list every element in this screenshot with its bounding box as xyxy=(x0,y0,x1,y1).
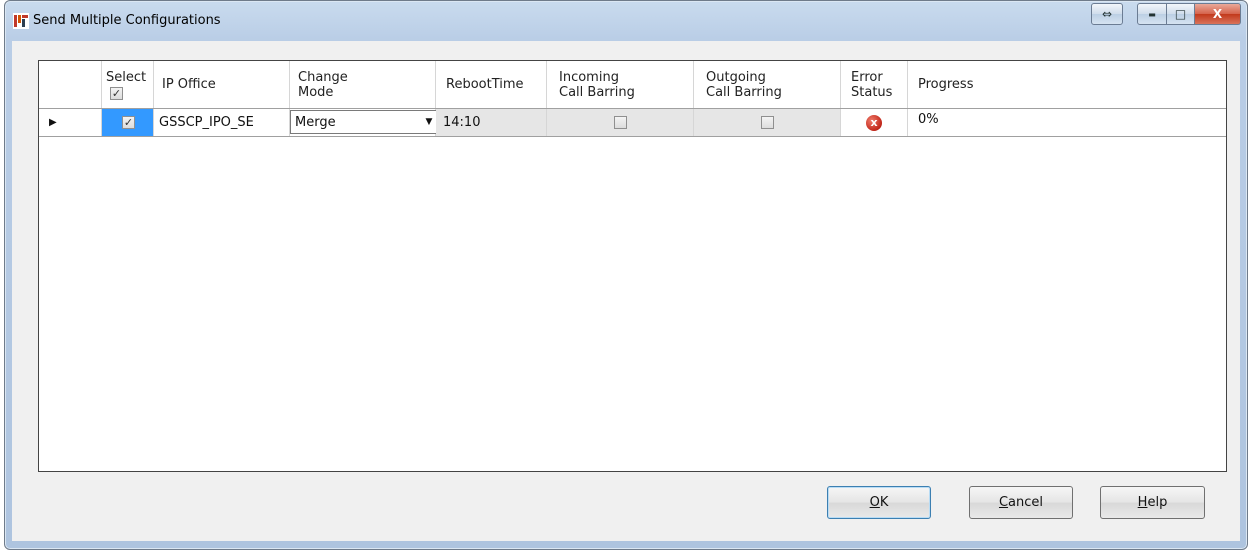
incoming-line1: Incoming xyxy=(559,69,619,85)
select-header-label: Select xyxy=(106,69,147,85)
incoming-call-barring-cell[interactable] xyxy=(547,109,694,136)
close-button[interactable]: X xyxy=(1195,3,1241,25)
ok-button[interactable]: OK xyxy=(827,486,931,519)
change-mode-dropdown[interactable]: Merge ▼ xyxy=(290,110,438,134)
table-row[interactable]: ▶ ✓ GSSCP_IPO_SE Merge ▼ 14:10 x 0% xyxy=(39,109,1226,137)
column-header-outgoing-call-barring[interactable]: Outgoing Call Barring xyxy=(694,61,841,108)
ok-mnemonic: O xyxy=(869,495,880,510)
row-select-checkbox[interactable]: ✓ xyxy=(122,116,135,129)
column-header-progress[interactable]: Progress xyxy=(908,61,1226,108)
cancel-button[interactable]: Cancel xyxy=(969,486,1073,519)
error-icon: x xyxy=(866,114,882,131)
ok-label-rest: K xyxy=(879,495,889,510)
dialog-client-area: Select ✓ IP Office Change Mode RebootTim… xyxy=(12,41,1240,541)
column-header-reboot-time[interactable]: RebootTime xyxy=(436,61,547,108)
row-indicator-icon[interactable]: ▶ xyxy=(39,109,102,136)
close-icon: X xyxy=(1212,7,1223,21)
help-mnemonic: H xyxy=(1137,495,1148,510)
outgoing-call-barring-checkbox[interactable] xyxy=(760,116,774,129)
change-mode-line2: Mode xyxy=(298,84,334,100)
window-title: Send Multiple Configurations xyxy=(33,13,221,28)
configurations-grid[interactable]: Select ✓ IP Office Change Mode RebootTim… xyxy=(38,60,1227,472)
app-icon xyxy=(13,13,29,29)
minimize-button[interactable]: ▬ xyxy=(1137,3,1167,25)
caption-buttons: ⇔ ▬ □ X xyxy=(1091,3,1241,29)
row-header-corner xyxy=(39,61,102,108)
maximize-icon: □ xyxy=(1174,7,1187,21)
dialog-window: Send Multiple Configurations ⇔ ▬ □ X Sel… xyxy=(4,0,1248,550)
column-header-ip-office[interactable]: IP Office xyxy=(154,61,290,108)
cancel-mnemonic: C xyxy=(998,495,1009,510)
error-line1: Error xyxy=(851,69,883,85)
column-header-select: Select ✓ xyxy=(102,61,154,108)
outgoing-line2: Call Barring xyxy=(706,84,782,100)
help-button[interactable]: Help xyxy=(1100,486,1205,519)
select-cell[interactable]: ✓ xyxy=(102,109,154,136)
grid-header: Select ✓ IP Office Change Mode RebootTim… xyxy=(39,61,1226,109)
title-bar[interactable]: Send Multiple Configurations ⇔ ▬ □ X xyxy=(5,1,1247,41)
outgoing-call-barring-cell[interactable] xyxy=(694,109,841,136)
outgoing-line1: Outgoing xyxy=(706,69,766,85)
minimize-icon: ▬ xyxy=(1148,9,1156,19)
ip-office-cell[interactable]: GSSCP_IPO_SE xyxy=(154,109,290,136)
cancel-label-rest: ancel xyxy=(1008,495,1044,510)
resize-icon: ⇔ xyxy=(1101,7,1113,21)
change-mode-value: Merge xyxy=(295,114,336,130)
incoming-call-barring-checkbox[interactable] xyxy=(613,116,627,129)
maximize-button[interactable]: □ xyxy=(1167,3,1195,25)
column-header-incoming-call-barring[interactable]: Incoming Call Barring xyxy=(547,61,694,108)
reboot-time-cell[interactable]: 14:10 xyxy=(436,109,547,136)
error-line2: Status xyxy=(851,84,893,100)
change-mode-cell[interactable]: Merge ▼ xyxy=(290,109,438,136)
column-header-change-mode[interactable]: Change Mode xyxy=(290,61,436,108)
change-mode-line1: Change xyxy=(298,69,348,85)
progress-cell: 0% xyxy=(918,112,939,127)
incoming-line2: Call Barring xyxy=(559,84,635,100)
help-label-rest: elp xyxy=(1147,495,1168,510)
chevron-down-icon[interactable]: ▼ xyxy=(421,111,437,133)
column-header-error-status[interactable]: Error Status xyxy=(841,61,908,108)
select-all-checkbox[interactable]: ✓ xyxy=(110,86,123,100)
error-status-cell: x xyxy=(841,109,908,136)
resize-button[interactable]: ⇔ xyxy=(1091,3,1123,25)
